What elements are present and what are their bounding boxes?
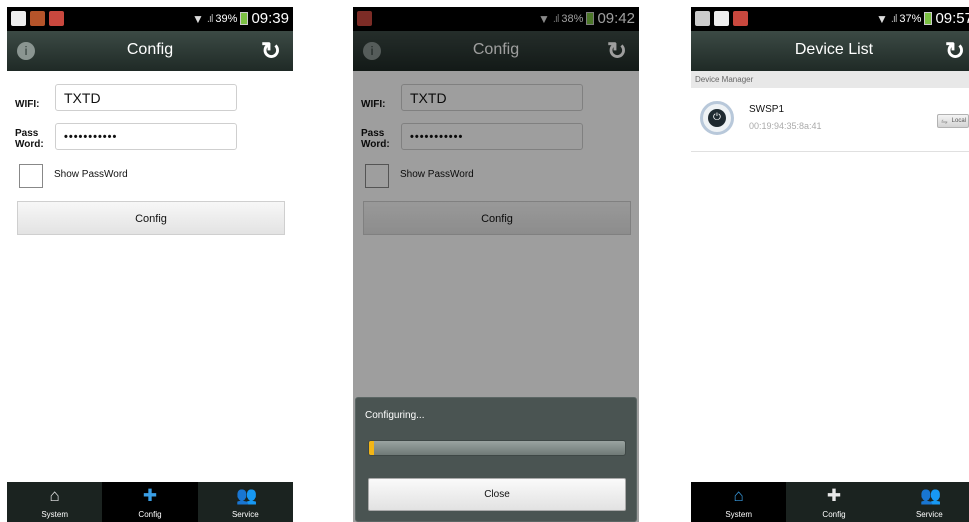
device-mac: 00:19:94:35:8a:41 xyxy=(749,121,822,131)
battery-icon xyxy=(924,12,933,25)
refresh-icon[interactable]: ↻ xyxy=(945,37,965,66)
page-title: Config xyxy=(126,41,174,58)
show-password-checkbox[interactable] xyxy=(19,164,43,188)
page-title: Device List xyxy=(794,41,874,58)
local-mode-button[interactable]: ⇋ Local xyxy=(937,114,969,128)
dialog-title: Configuring... xyxy=(365,410,425,421)
nav-config[interactable]: ✚ Config xyxy=(786,482,881,522)
title-bar: Device List ↻ xyxy=(691,31,969,71)
pass-label-line2: Word: xyxy=(15,139,44,150)
wifi-icon: ▼ xyxy=(875,11,888,26)
nav-label: Service xyxy=(231,510,259,519)
nav-label: System xyxy=(725,510,752,519)
battery-icon xyxy=(240,12,249,25)
mail-notification-icon xyxy=(695,11,710,26)
nav-label: System xyxy=(41,510,68,519)
title-bar: i Config ↻ xyxy=(7,31,293,71)
bottom-nav: ⌂ System ✚ Config 👥 Service xyxy=(691,482,969,522)
progress-dialog: Configuring... Close xyxy=(355,397,637,522)
image-notification-icon xyxy=(714,11,729,26)
nav-label: Config xyxy=(822,510,846,519)
wifi-label: WIFI: xyxy=(15,99,40,110)
status-bar: ▼ .ıl 39% 09:39 xyxy=(7,7,293,31)
home-icon: ⌂ xyxy=(49,486,60,505)
wifi-icon: ▼ xyxy=(191,11,204,26)
wifi-field[interactable]: TXTD xyxy=(55,84,237,111)
users-icon: 👥 xyxy=(236,486,258,505)
battery-percent: 39% xyxy=(215,12,238,25)
section-header: Device Manager xyxy=(691,71,969,88)
nav-service[interactable]: 👥 Service xyxy=(882,482,969,522)
nav-label: Service xyxy=(915,510,943,519)
users-icon: 👥 xyxy=(920,486,942,505)
image-notification-icon xyxy=(11,11,26,26)
password-field[interactable]: ••••••••••• xyxy=(55,123,237,150)
close-button[interactable]: Close xyxy=(368,478,626,511)
pass-label: Pass Word: xyxy=(15,128,44,150)
local-mode-label: Local xyxy=(951,118,966,124)
bottom-nav: ⌂ System ✚ Config 👥 Service xyxy=(7,482,293,522)
screen-configuring: ▼ .ıl 38% 09:42 i Config ↻ WIFI: TXTD Pa… xyxy=(353,7,639,522)
screen-config: ▼ .ıl 39% 09:39 i Config ↻ WIFI: TXTD Pa… xyxy=(7,7,293,522)
device-row[interactable]: ⏻ SWSP1 00:19:94:35:8a:41 ⇋ Local xyxy=(691,88,969,152)
progress-bar xyxy=(368,440,626,456)
clock: 09:57 xyxy=(935,10,969,27)
signal-icon: .ıl xyxy=(890,12,897,25)
nav-label: Config xyxy=(138,510,162,519)
shield-notification-icon xyxy=(49,11,64,26)
plug-device-icon: ⏻ xyxy=(700,101,734,135)
device-name: SWSP1 xyxy=(749,104,785,115)
battery-percent: 37% xyxy=(899,12,922,25)
notification-icons xyxy=(11,11,64,26)
show-password-label: Show PassWord xyxy=(54,169,128,180)
notification-icons xyxy=(695,11,748,26)
nav-service[interactable]: 👥 Service xyxy=(198,482,293,522)
refresh-icon[interactable]: ↻ xyxy=(261,37,281,66)
clock: 09:39 xyxy=(251,10,289,27)
progress-fill xyxy=(369,441,375,455)
nav-system[interactable]: ⌂ System xyxy=(7,482,102,522)
puzzle-icon: ✚ xyxy=(142,486,158,505)
app-notification-icon xyxy=(30,11,45,26)
link-icon: ⇋ xyxy=(941,117,948,126)
pass-label-line1: Pass xyxy=(15,128,39,139)
shield-notification-icon xyxy=(733,11,748,26)
config-button[interactable]: Config xyxy=(17,201,285,235)
nav-config[interactable]: ✚ Config xyxy=(102,482,198,522)
screen-device-list: ▼ .ıl 37% 09:57 Device List ↻ Device Man… xyxy=(691,7,969,522)
status-bar: ▼ .ıl 37% 09:57 xyxy=(691,7,969,31)
puzzle-icon: ✚ xyxy=(826,486,842,505)
signal-icon: .ıl xyxy=(206,12,213,25)
home-icon: ⌂ xyxy=(733,486,744,505)
nav-system[interactable]: ⌂ System xyxy=(691,482,787,522)
